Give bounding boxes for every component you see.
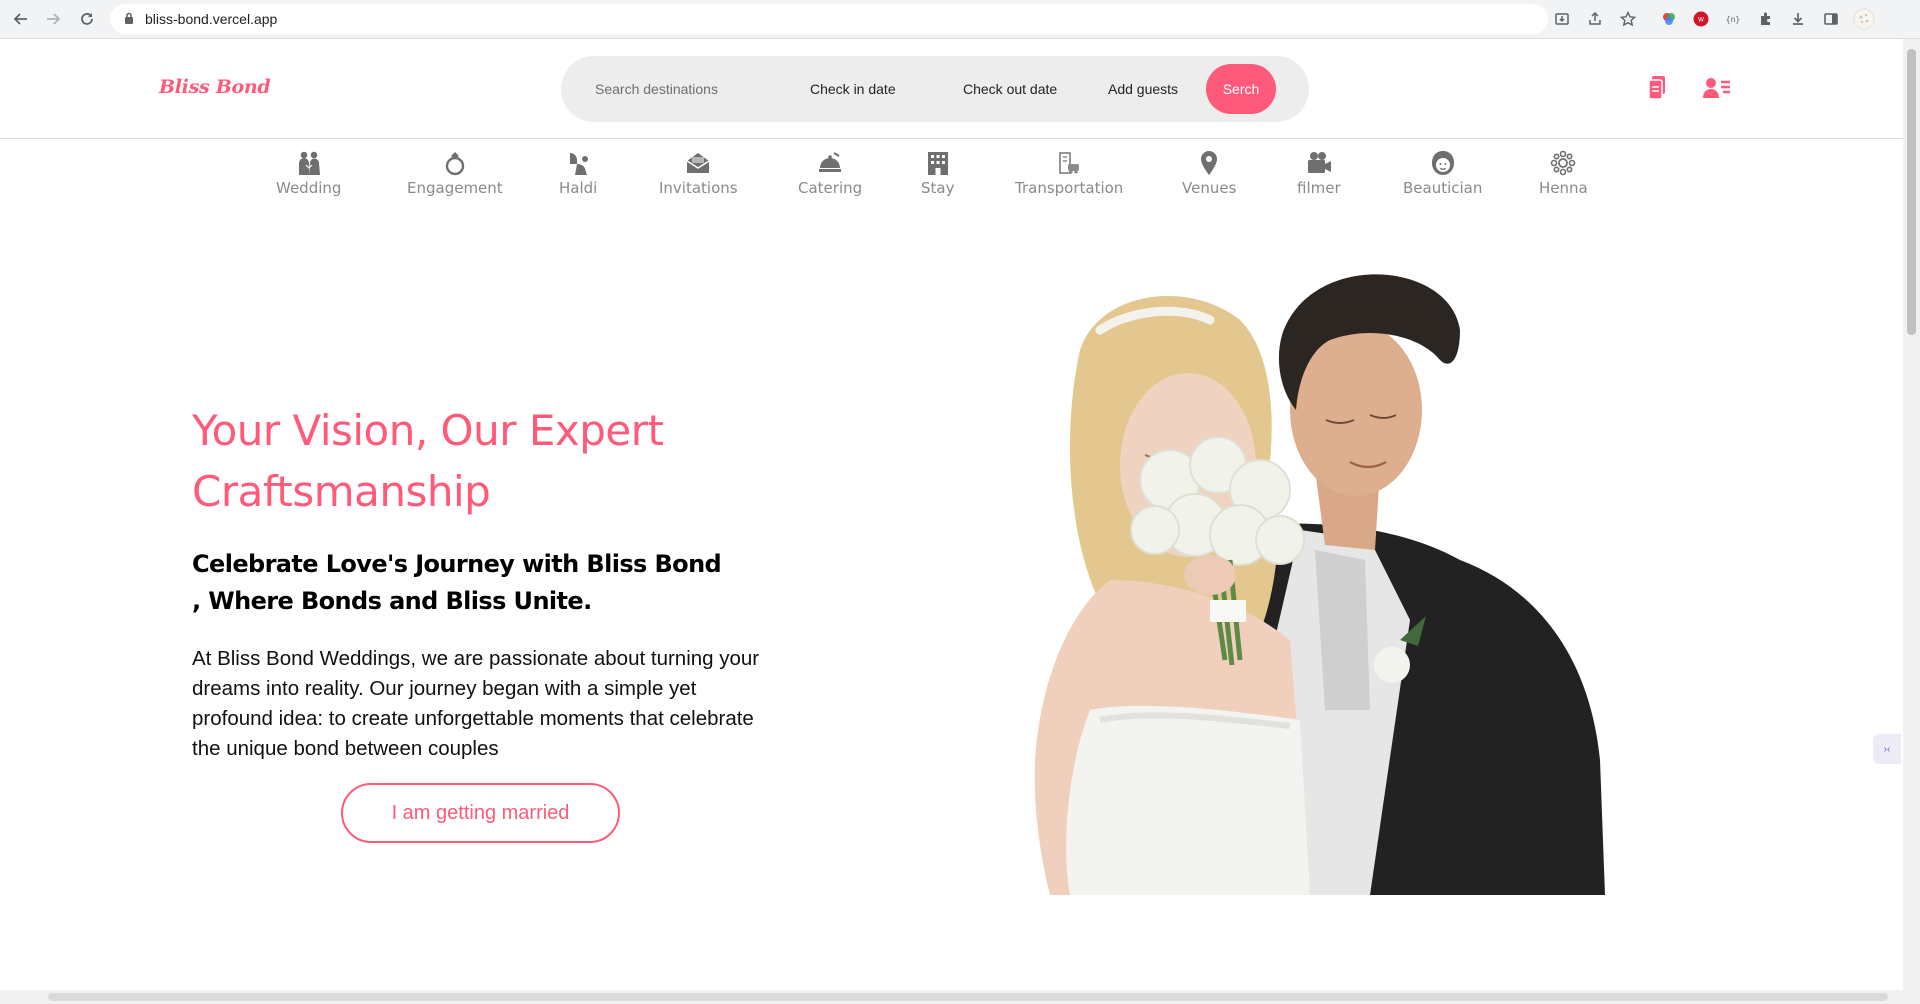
scrollbar-thumb[interactable]	[1907, 49, 1916, 335]
reload-icon	[81, 13, 93, 25]
category-label: Henna	[1539, 179, 1588, 197]
category-beautician[interactable]: Beautician	[1403, 150, 1482, 197]
category-engagement[interactable]: Engagement	[407, 150, 503, 197]
bookings-icon[interactable]	[1648, 76, 1666, 105]
user-profile-icon[interactable]	[1703, 77, 1731, 104]
side-widget-icon[interactable]: ›‹	[1873, 734, 1901, 764]
video-camera-icon	[1307, 152, 1331, 173]
bookmark-star-icon[interactable]	[1616, 7, 1640, 31]
add-guests-field[interactable]: Add guests	[1108, 81, 1178, 97]
category-invitations[interactable]: Invitations	[659, 150, 738, 197]
search-button[interactable]: Serch	[1206, 64, 1276, 114]
category-label: Haldi	[559, 179, 598, 197]
couple-photo	[1034, 274, 1605, 895]
extension-badge-icon[interactable]: W	[1689, 7, 1713, 31]
install-icon[interactable]	[1550, 7, 1574, 31]
search-destinations-input[interactable]	[595, 74, 765, 104]
category-label: Catering	[798, 179, 863, 197]
hero-title: Your Vision, Our Expert Craftsmanship	[192, 400, 664, 522]
arrow-left-icon	[13, 13, 27, 25]
profile-avatar-icon[interactable]	[1852, 7, 1876, 31]
hero-description: At Bliss Bond Weddings, we are passionat…	[192, 647, 760, 760]
download-icon[interactable]	[1786, 7, 1810, 31]
couple-icon	[298, 151, 320, 175]
category-stay[interactable]: Stay	[921, 150, 954, 197]
check-in-field[interactable]: Check in date	[810, 81, 896, 97]
hero-title-line: Your Vision, Our Expert	[192, 406, 664, 455]
category-label: Wedding	[276, 179, 342, 197]
forward-button[interactable]	[40, 6, 66, 32]
url-text: bliss-bond.vercel.app	[145, 11, 278, 27]
face-icon	[1431, 151, 1454, 175]
category-label: Transportation	[1015, 179, 1124, 197]
category-label: Venues	[1182, 179, 1237, 197]
extensions-puzzle-icon[interactable]	[1754, 7, 1778, 31]
back-button[interactable]	[8, 6, 34, 32]
henna-icon	[1551, 150, 1576, 176]
cloche-icon	[819, 152, 842, 172]
category-label: Engagement	[407, 179, 503, 197]
scrollbar-thumb[interactable]	[48, 993, 1888, 1001]
site-header: Bliss Bond Check in date Check out date …	[0, 39, 1903, 139]
arrow-right-icon	[47, 13, 61, 25]
category-haldi[interactable]: Haldi	[559, 150, 597, 197]
address-bar[interactable]: bliss-bond.vercel.app	[110, 4, 1548, 34]
hero-subtitle: Celebrate Love's Journey with Bliss Bond…	[192, 546, 722, 620]
search-bar: Check in date Check out date Add guests …	[561, 56, 1309, 122]
hero-subtitle-line: , Where Bonds and Bliss Unite.	[192, 587, 592, 615]
vertical-scrollbar[interactable]	[1903, 39, 1920, 1004]
category-transportation[interactable]: Transportation	[1015, 150, 1123, 197]
check-out-field[interactable]: Check out date	[963, 81, 1057, 97]
transport-icon	[1059, 152, 1080, 174]
category-label: Invitations	[659, 179, 738, 197]
envelope-icon	[686, 153, 710, 173]
color-extension-icon[interactable]	[1657, 7, 1681, 31]
hero-subtitle-line: Celebrate Love's Journey with Bliss Bond	[192, 550, 722, 578]
json-extension-icon[interactable]: {n}	[1721, 7, 1745, 31]
lock-icon	[125, 12, 133, 24]
category-label: Stay	[921, 179, 955, 197]
category-venues[interactable]: Venues	[1182, 150, 1236, 197]
site-logo[interactable]: Bliss Bond	[159, 76, 271, 98]
category-label: Beautician	[1403, 179, 1483, 197]
svg-text:{n}: {n}	[1726, 15, 1740, 24]
horizontal-scrollbar[interactable]	[0, 990, 1903, 1004]
category-filmer[interactable]: filmer	[1297, 150, 1341, 197]
hotel-icon	[927, 152, 948, 175]
getting-married-button[interactable]: I am getting married	[341, 783, 620, 843]
ring-icon	[445, 152, 465, 176]
category-henna[interactable]: Henna	[1539, 150, 1588, 197]
category-catering[interactable]: Catering	[798, 150, 862, 197]
location-pin-icon	[1201, 151, 1218, 175]
haldi-icon	[570, 153, 589, 175]
category-label: filmer	[1297, 179, 1341, 197]
side-panel-icon[interactable]	[1819, 7, 1843, 31]
category-wedding[interactable]: Wedding	[276, 150, 341, 197]
share-icon[interactable]	[1583, 7, 1607, 31]
svg-text:W: W	[1698, 17, 1704, 24]
hero-title-line: Craftsmanship	[192, 467, 491, 516]
reload-button[interactable]	[74, 6, 100, 32]
browser-toolbar: bliss-bond.vercel.app W {n}	[0, 0, 1920, 39]
